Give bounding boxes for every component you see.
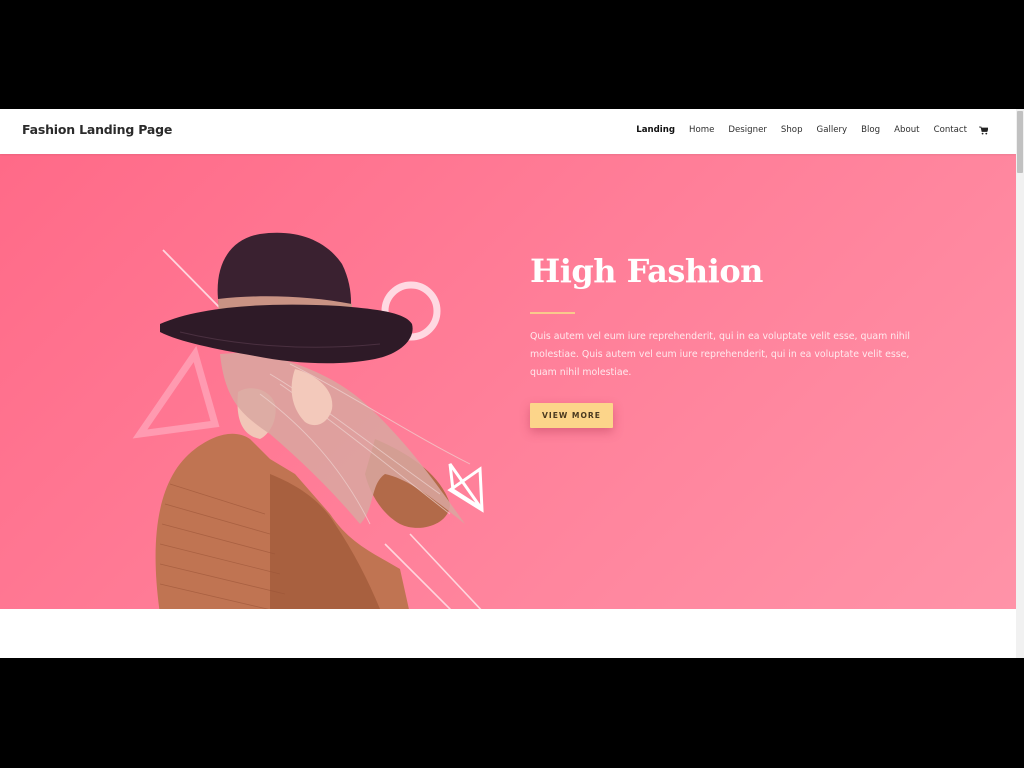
site-header: Fashion Landing Page Landing Home Design…: [0, 109, 1016, 154]
nav-item-designer[interactable]: Designer: [728, 125, 767, 135]
browser-viewport: Fashion Landing Page Landing Home Design…: [0, 109, 1024, 658]
decorative-line: [162, 249, 221, 309]
below-fold-section: [0, 609, 1016, 658]
nav-item-landing[interactable]: Landing: [636, 125, 675, 135]
nav-item-gallery[interactable]: Gallery: [817, 125, 848, 135]
vertical-scrollbar[interactable]: [1016, 109, 1024, 658]
shopping-cart-icon[interactable]: [979, 126, 988, 135]
main-nav: Landing Home Designer Shop Gallery Blog …: [622, 125, 988, 135]
nav-item-about[interactable]: About: [894, 125, 919, 135]
nav-item-shop[interactable]: Shop: [781, 125, 803, 135]
hero-description: Quis autem vel eum iure reprehenderit, q…: [530, 331, 910, 378]
view-more-button[interactable]: VIEW MORE: [530, 403, 613, 428]
decorative-triangle: [132, 345, 220, 439]
hero-section: High Fashion Quis autem vel eum iure rep…: [0, 154, 1016, 609]
decorative-line: [409, 533, 482, 609]
title-divider: [530, 312, 575, 314]
nav-item-home[interactable]: Home: [689, 125, 714, 135]
scrollbar-thumb[interactable]: [1017, 111, 1023, 173]
hero-image: [120, 224, 500, 609]
nav-item-blog[interactable]: Blog: [861, 125, 880, 135]
hero-title: High Fashion: [530, 252, 763, 290]
site-logo[interactable]: Fashion Landing Page: [22, 122, 172, 137]
nav-item-contact[interactable]: Contact: [934, 125, 967, 135]
